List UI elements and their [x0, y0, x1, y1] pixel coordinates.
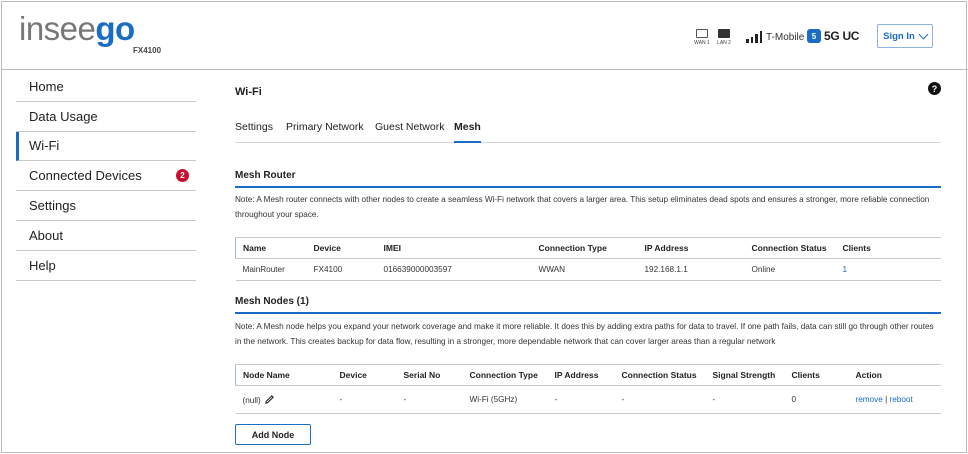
tab-settings[interactable]: Settings: [235, 121, 273, 143]
sign-in-button[interactable]: Sign In: [877, 24, 933, 48]
column-header: Connection Status: [614, 364, 706, 386]
signal-strength-icon: [746, 31, 762, 43]
column-header: Serial No: [396, 364, 463, 386]
signal-bar: [746, 39, 749, 43]
mesh-nodes-note: Note: A Mesh node helps you expand your …: [235, 322, 934, 346]
column-header: Connection Status: [744, 237, 836, 259]
node-serial: -: [396, 385, 463, 414]
signal-bar: [759, 31, 762, 43]
sidebar-item-label: Connected Devices: [29, 168, 142, 184]
sign-in-label: Sign In: [883, 30, 915, 42]
sidebar-item-about[interactable]: About: [16, 221, 196, 251]
action-separator: |: [885, 395, 888, 404]
node-clients: 0: [784, 385, 849, 414]
logo-text-prefix: insee: [19, 10, 96, 47]
node-device: -: [332, 385, 397, 414]
inseego-logo[interactable]: inseego: [19, 10, 135, 48]
column-header: Device: [332, 364, 397, 386]
mesh-router-heading: Mesh Router: [235, 170, 941, 188]
signal-bar: [750, 36, 753, 43]
mesh-router-note: Note: A Mesh router connects with other …: [235, 195, 930, 219]
table-header-row: Node Name Device Serial No Connection Ty…: [235, 364, 941, 386]
network-type-label: 5G UC: [824, 29, 860, 43]
column-header: Clients: [835, 237, 941, 259]
remove-node-link[interactable]: remove: [856, 395, 883, 404]
node-connection-type: Wi-Fi (5GHz): [462, 385, 548, 414]
ethernet-port-icon: [718, 29, 730, 38]
router-name: MainRouter: [235, 258, 307, 281]
chevron-down-icon: [918, 29, 929, 39]
sidebar-item-data-usage[interactable]: Data Usage: [16, 102, 196, 132]
sidebar-item-home[interactable]: Home: [16, 72, 196, 102]
carrier-name: T-Mobile: [766, 32, 805, 43]
sidebar-item-help[interactable]: Help: [16, 251, 196, 281]
sidebar-item-label: Data Usage: [29, 108, 98, 124]
lan-port-status: LAN 2: [714, 29, 734, 46]
network-type: 5 5G UC: [807, 29, 859, 43]
tab-mesh[interactable]: Mesh: [454, 121, 481, 143]
node-signal-strength: -: [705, 385, 785, 414]
table-row: MainRouter FX4100 016639000003597 WWAN 1…: [235, 258, 941, 281]
column-header: Node Name: [235, 364, 333, 386]
tab-bar: Settings Primary Network Guest Network M…: [235, 121, 941, 143]
sidebar-item-label: Settings: [29, 198, 76, 214]
reboot-node-link[interactable]: reboot: [890, 395, 913, 404]
tab-primary-network[interactable]: Primary Network: [286, 121, 364, 143]
device-model: FX4100: [133, 46, 162, 55]
column-header: Device: [306, 237, 377, 259]
app-frame: inseego FX4100 WAN 1 LAN 2 T-Mobile 5 5G…: [1, 1, 968, 453]
column-header: Clients: [784, 364, 849, 386]
wan-port-label: WAN 1: [694, 40, 710, 46]
router-connection-type: WWAN: [531, 258, 638, 281]
edit-pencil-icon[interactable]: [265, 394, 274, 404]
node-name: (null): [242, 395, 261, 405]
column-header: IMEI: [376, 237, 532, 259]
router-imei: 016639000003597: [376, 258, 532, 281]
column-header: Name: [235, 237, 307, 259]
mesh-nodes-heading: Mesh Nodes (1): [235, 296, 941, 314]
node-connection-status: -: [614, 385, 706, 414]
sidebar-item-label: Help: [29, 257, 56, 273]
tab-guest-network[interactable]: Guest Network: [375, 121, 444, 143]
column-header: IP Address: [547, 364, 615, 386]
sidebar-item-label: Wi-Fi: [29, 138, 60, 154]
mesh-router-table: Name Device IMEI Connection Type IP Addr…: [235, 237, 941, 281]
5g-icon: 5: [807, 29, 821, 43]
table-row: (null) - - Wi-Fi (5GHz) - - - 0 remove |: [235, 385, 941, 414]
sidebar-item-settings[interactable]: Settings: [16, 191, 196, 221]
column-header: Connection Type: [531, 237, 638, 259]
column-header: Action: [848, 364, 941, 386]
signal-bar: [755, 34, 758, 43]
help-icon[interactable]: ?: [928, 82, 941, 95]
wan-port-status: WAN 1: [692, 29, 712, 46]
sidebar-nav: Home Data Usage Wi-Fi Connected Devices …: [16, 72, 196, 281]
column-header: Connection Type: [462, 364, 548, 386]
node-ip-address: -: [547, 385, 615, 414]
router-clients-link[interactable]: 1: [843, 265, 848, 274]
logo-text-suffix: go: [95, 10, 135, 47]
lan-port-label: LAN 2: [717, 40, 731, 46]
sidebar-item-wifi[interactable]: Wi-Fi: [16, 131, 196, 162]
router-ip-address: 192.168.1.1: [637, 258, 745, 281]
add-node-button[interactable]: Add Node: [235, 424, 311, 445]
table-header-row: Name Device IMEI Connection Type IP Addr…: [235, 237, 941, 259]
sidebar-item-label: About: [29, 227, 63, 243]
page-title: Wi-Fi: [235, 86, 262, 98]
sidebar-item-connected-devices[interactable]: Connected Devices 2: [16, 161, 196, 192]
column-header: Signal Strength: [705, 364, 785, 386]
count-badge: 2: [176, 169, 189, 183]
column-header: IP Address: [637, 237, 745, 259]
sidebar-item-label: Home: [29, 78, 64, 94]
router-connection-status: Online: [744, 258, 836, 281]
header: inseego FX4100 WAN 1 LAN 2 T-Mobile 5 5G…: [2, 2, 968, 70]
mesh-nodes-table: Node Name Device Serial No Connection Ty…: [235, 364, 941, 414]
router-device: FX4100: [306, 258, 377, 281]
ethernet-port-icon: [696, 29, 708, 38]
